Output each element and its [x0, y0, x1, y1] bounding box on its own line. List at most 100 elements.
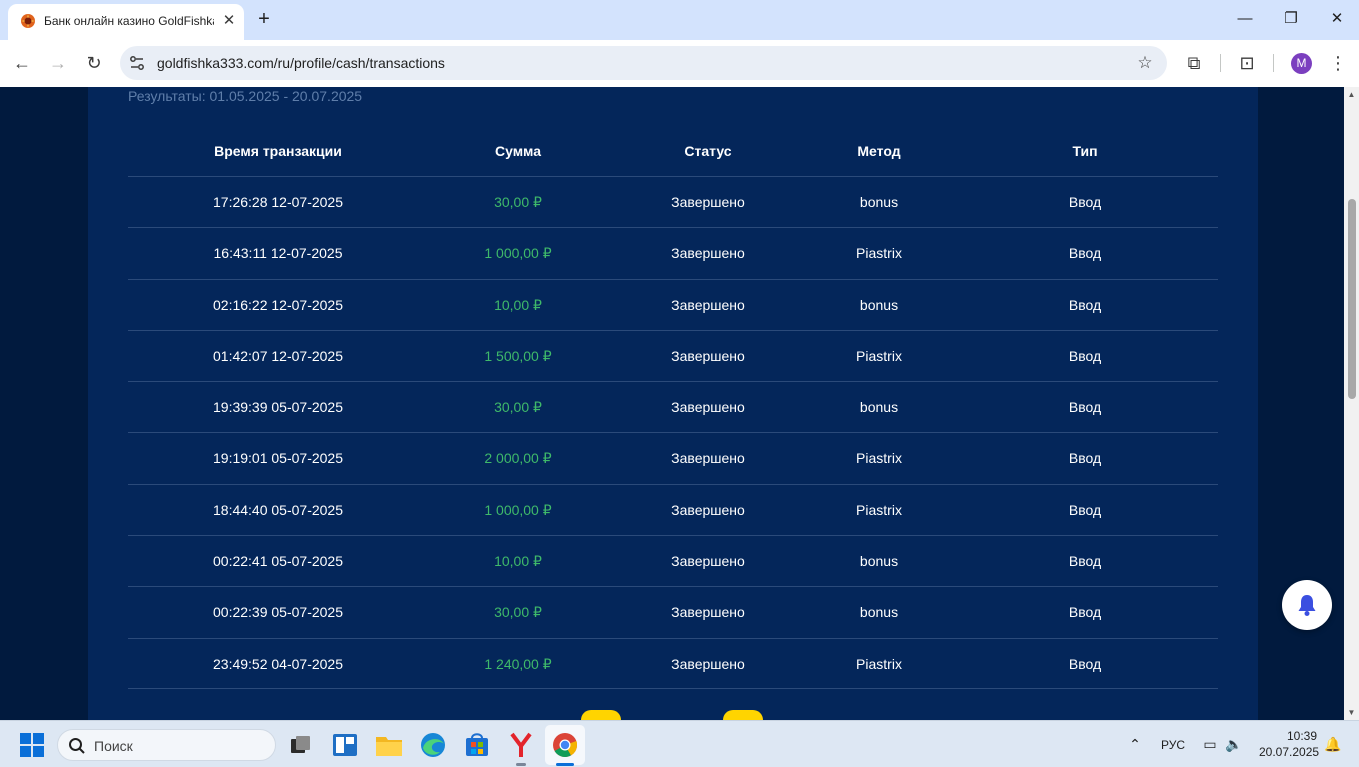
notifications-button[interactable]: [1282, 580, 1332, 630]
page-viewport: Результаты: 01.05.2025 - 20.07.2025 Врем…: [0, 87, 1344, 720]
app-active-indicator: [556, 763, 574, 766]
cell-status: Завершено: [671, 399, 745, 416]
tab-search-icon[interactable]: ⊡: [1236, 52, 1258, 74]
new-tab-icon[interactable]: +: [253, 8, 275, 30]
volume-icon[interactable]: 🔈: [1225, 735, 1243, 753]
reload-icon[interactable]: ↻: [83, 52, 105, 74]
search-placeholder: Поиск: [94, 738, 133, 754]
cell-type: Ввод: [1068, 450, 1102, 467]
menu-icon[interactable]: ⋮: [1327, 52, 1349, 74]
page-scrollbar[interactable]: ▲ ▼: [1344, 87, 1359, 720]
forward-icon[interactable]: →: [47, 52, 69, 74]
cell-time: 17:26:28 12-07-2025: [213, 194, 343, 210]
cell-time: 19:19:01 05-07-2025: [213, 450, 343, 467]
cell-time: 00:22:39 05-07-2025: [213, 604, 343, 621]
scrollbar-thumb[interactable]: [1348, 199, 1356, 399]
task-view-icon[interactable]: [285, 730, 315, 760]
cell-time: 23:49:52 04-07-2025: [213, 655, 343, 672]
chevron-up-icon[interactable]: ⌃: [1126, 735, 1144, 753]
cell-amount: 1 500,00 ₽: [484, 347, 552, 364]
table-header: Время транзакции Сумма Статус Метод Тип: [128, 135, 1218, 177]
cell-method: bonus: [859, 194, 899, 210]
site-favicon-icon: [21, 14, 35, 28]
cell-method: bonus: [859, 296, 899, 313]
cell-time: 02:16:22 12-07-2025: [213, 296, 343, 313]
cell-amount: 10,00 ₽: [494, 296, 542, 313]
site-info-icon[interactable]: [128, 54, 146, 72]
cell-status: Завершено: [671, 553, 745, 570]
scroll-up-icon[interactable]: ▲: [1347, 90, 1356, 99]
cell-method: Piastrix: [856, 655, 902, 672]
pagination-next-button[interactable]: [723, 710, 763, 720]
table-row: 17:26:28 12-07-2025 30,00 ₽ Завершено bo…: [128, 176, 1218, 227]
column-header-status: Статус: [684, 143, 732, 159]
taskbar-search[interactable]: Поиск: [57, 729, 276, 761]
search-icon: [69, 738, 85, 754]
transactions-panel: Результаты: 01.05.2025 - 20.07.2025 Врем…: [88, 87, 1258, 720]
cell-status: Завершено: [671, 501, 745, 518]
window-close-icon[interactable]: ✕: [1326, 8, 1348, 30]
table-row: 18:44:40 05-07-2025 1 000,00 ₽ Завершено…: [128, 483, 1218, 535]
minimize-icon[interactable]: —: [1234, 8, 1256, 30]
cell-time: 00:22:41 05-07-2025: [213, 553, 343, 570]
restore-icon[interactable]: ❐: [1280, 8, 1302, 30]
pagination-prev-button[interactable]: [581, 710, 621, 720]
table-row: 00:22:39 05-07-2025 30,00 ₽ Завершено bo…: [128, 586, 1218, 637]
cell-method: bonus: [859, 604, 899, 621]
cell-time: 01:42:07 12-07-2025: [213, 347, 343, 364]
cell-amount: 30,00 ₽: [494, 399, 542, 416]
cell-type: Ввод: [1068, 655, 1102, 672]
address-bar[interactable]: goldfishka333.com/ru/profile/cash/transa…: [120, 46, 1167, 80]
cell-amount: 1 240,00 ₽: [484, 655, 552, 672]
clock-time[interactable]: 10:39: [1287, 729, 1317, 743]
toolbar-divider: [1273, 54, 1274, 72]
cell-method: Piastrix: [856, 245, 902, 262]
cell-status: Завершено: [671, 296, 745, 313]
table-row: 19:19:01 05-07-2025 2 000,00 ₽ Завершено…: [128, 432, 1218, 483]
cell-time: 18:44:40 05-07-2025: [213, 501, 343, 518]
column-header-amount: Сумма: [494, 143, 542, 159]
cell-amount: 2 000,00 ₽: [484, 450, 552, 467]
tab-title: Банк онлайн казино GoldFishka: [44, 14, 214, 28]
edge-icon[interactable]: [418, 730, 448, 760]
store-icon[interactable]: [462, 730, 492, 760]
table-row: 02:16:22 12-07-2025 10,00 ₽ Завершено bo…: [128, 278, 1218, 330]
column-header-time: Время транзакции: [214, 143, 342, 159]
cell-method: Piastrix: [856, 450, 902, 467]
chrome-icon[interactable]: [550, 730, 580, 760]
browser-tab[interactable]: Банк онлайн казино GoldFishka ✕: [8, 4, 244, 40]
cell-type: Ввод: [1068, 194, 1102, 210]
cell-amount: 10,00 ₽: [494, 553, 542, 570]
column-header-type: Тип: [1072, 143, 1098, 159]
cell-type: Ввод: [1068, 347, 1102, 364]
column-header-method: Метод: [857, 143, 901, 159]
notification-center-icon[interactable]: 🔔: [1324, 735, 1342, 753]
results-range: Результаты: 01.05.2025 - 20.07.2025: [128, 88, 363, 104]
cell-type: Ввод: [1068, 245, 1102, 262]
toolbar-divider: [1220, 54, 1221, 72]
cell-status: Завершено: [671, 655, 745, 672]
bookmark-star-icon[interactable]: ☆: [1135, 53, 1155, 73]
cell-status: Завершено: [671, 450, 745, 467]
windows-start-icon[interactable]: [20, 733, 44, 757]
windows-taskbar: Поиск ⌃ РУС ▭ 🔈 10:39 20.07.2025 🔔: [0, 720, 1359, 767]
yandex-browser-icon[interactable]: [506, 730, 536, 760]
back-icon[interactable]: ←: [11, 52, 33, 74]
network-icon[interactable]: ▭: [1201, 735, 1219, 753]
cell-status: Завершено: [671, 194, 745, 210]
profile-avatar[interactable]: M: [1291, 53, 1312, 74]
widgets-icon[interactable]: [330, 730, 360, 760]
close-tab-icon[interactable]: ✕: [220, 12, 238, 30]
cell-amount: 30,00 ₽: [494, 194, 542, 210]
table-row: 23:49:52 04-07-2025 1 240,00 ₽ Завершено…: [128, 637, 1218, 689]
cell-amount: 1 000,00 ₽: [484, 501, 552, 518]
clock-date[interactable]: 20.07.2025: [1259, 745, 1319, 759]
app-running-indicator: [516, 763, 526, 766]
table-row: 16:43:11 12-07-2025 1 000,00 ₽ Завершено…: [128, 227, 1218, 278]
file-explorer-icon[interactable]: [374, 730, 404, 760]
extensions-icon[interactable]: ⧉: [1183, 52, 1205, 74]
input-language[interactable]: РУС: [1161, 738, 1185, 752]
cell-status: Завершено: [671, 245, 745, 262]
transactions-table: 17:26:28 12-07-2025 30,00 ₽ Завершено bo…: [128, 176, 1218, 689]
scroll-down-icon[interactable]: ▼: [1347, 708, 1356, 717]
